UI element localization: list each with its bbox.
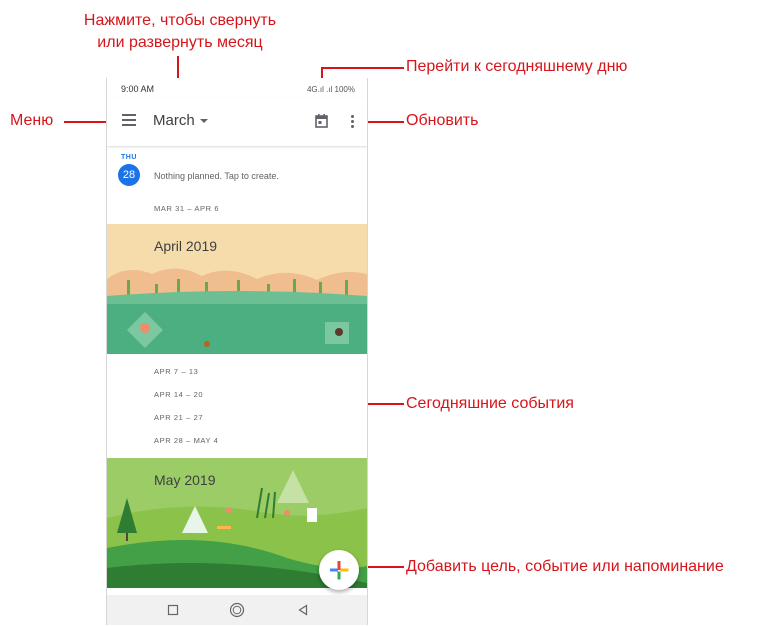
month-selector[interactable]: March xyxy=(153,112,208,129)
add-fab[interactable] xyxy=(319,550,359,590)
home-icon[interactable] xyxy=(229,602,245,618)
empty-day-text[interactable]: Nothing planned. Tap to create. xyxy=(154,171,279,181)
month-label: March xyxy=(153,112,195,129)
menu-icon[interactable] xyxy=(122,114,136,126)
status-time: 9:00 AM xyxy=(121,84,155,94)
annotation-add: Добавить цель, событие или напоминание xyxy=(406,558,724,575)
annotation-line-today-h xyxy=(322,67,404,69)
annotation-collapse-line1: Нажмите, чтобы свернуть xyxy=(83,12,277,29)
system-nav-bar xyxy=(107,595,367,625)
calendar-today-icon[interactable] xyxy=(315,114,328,128)
app-bar: March xyxy=(107,98,367,146)
april-illustration xyxy=(107,224,367,354)
day-abbreviation: THU xyxy=(121,154,137,161)
status-indicators: 4G.ıl .ıl 100% xyxy=(306,85,355,94)
week-range[interactable]: MAR 31 – APR 6 xyxy=(154,204,219,213)
recents-icon[interactable] xyxy=(167,604,179,616)
week-range[interactable]: APR 28 – MAY 4 xyxy=(154,436,218,445)
day-number-badge[interactable]: 28 xyxy=(118,164,140,186)
annotation-menu: Меню xyxy=(10,112,54,129)
annotation-today: Перейти к сегодняшнему дню xyxy=(406,58,628,75)
may-banner-title: May 2019 xyxy=(154,472,216,488)
plus-icon xyxy=(330,561,349,580)
back-icon[interactable] xyxy=(297,604,309,616)
more-options-icon[interactable] xyxy=(351,115,355,129)
week-range[interactable]: APR 14 – 20 xyxy=(154,390,203,399)
april-banner-title: April 2019 xyxy=(154,238,218,254)
annotation-todays-events: Сегодняшние события xyxy=(406,395,574,412)
annotation-collapse-month: Нажмите, чтобы свернуть или развернуть м… xyxy=(0,10,360,54)
week-range[interactable]: APR 7 – 13 xyxy=(154,367,198,376)
caret-down-icon xyxy=(199,119,208,124)
status-bar: 9:00 AM 4G.ıl .ıl 100% xyxy=(107,78,367,98)
annotation-refresh: Обновить xyxy=(406,112,479,129)
april-banner: April 2019 xyxy=(107,224,367,354)
week-range[interactable]: APR 21 – 27 xyxy=(154,413,203,422)
phone-screen: 9:00 AM 4G.ıl .ıl 100% March THU 28 Noth… xyxy=(106,78,368,625)
annotation-collapse-line2: или развернуть месяц xyxy=(97,34,263,51)
